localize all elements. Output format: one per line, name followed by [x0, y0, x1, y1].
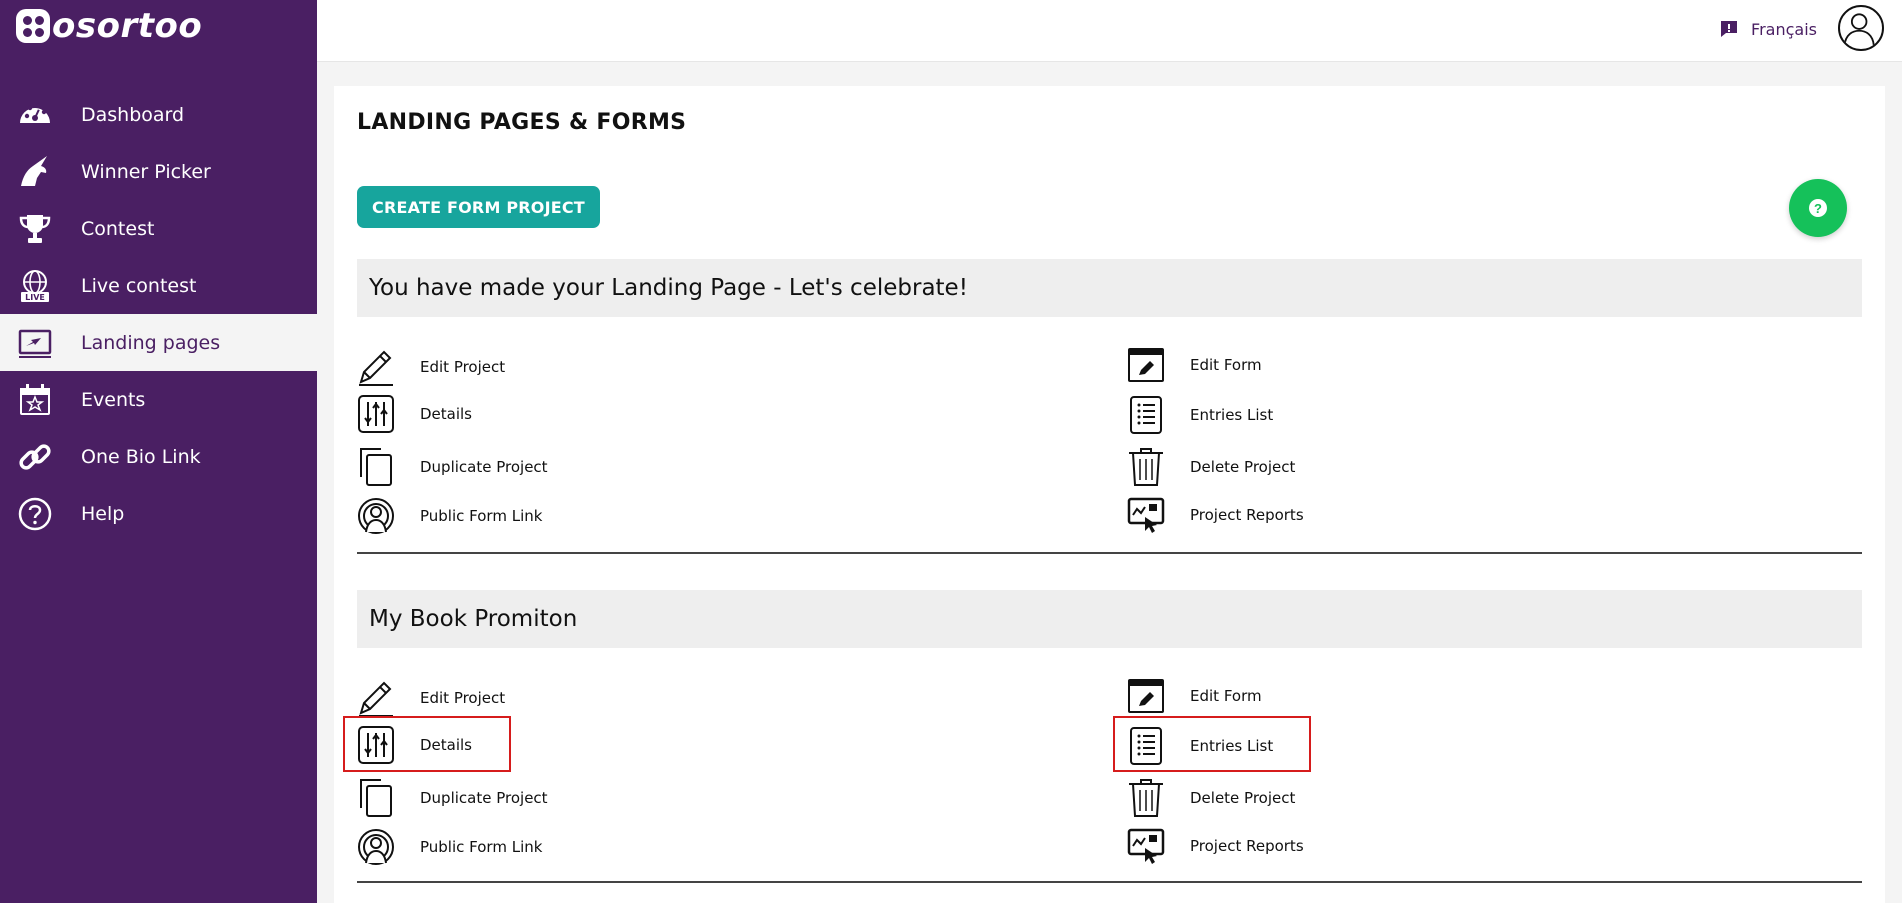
- report-click-icon: [1127, 495, 1165, 535]
- sidebar-item-dashboard[interactable]: Dashboard: [0, 86, 317, 143]
- copy-icon: [357, 447, 395, 487]
- details-action[interactable]: Details: [357, 392, 472, 436]
- calendar-star-icon: [16, 381, 54, 419]
- action-label: Duplicate Project: [420, 789, 548, 807]
- project-title: You have made your Landing Page - Let's …: [357, 259, 1862, 317]
- sidebar-item-help[interactable]: Help: [0, 485, 317, 542]
- edit-project-action[interactable]: Edit Project: [357, 676, 505, 720]
- action-label: Delete Project: [1190, 789, 1296, 807]
- language-switcher[interactable]: Français: [1719, 19, 1817, 39]
- edit-form-icon: [1127, 345, 1165, 385]
- logo-mark-icon: [16, 9, 50, 43]
- sidebar-item-label: Events: [81, 388, 146, 411]
- broadcast-user-icon: [357, 496, 395, 536]
- sidebar-item-label: Contest: [81, 217, 155, 240]
- live-globe-icon: LIVE: [16, 267, 54, 305]
- public-form-link-action[interactable]: Public Form Link: [357, 494, 542, 538]
- brand-name: osortoo: [52, 6, 203, 46]
- sidebar-item-one-bio-link[interactable]: One Bio Link: [0, 428, 317, 485]
- project-card: My Book Promiton Edit Project Details Du…: [343, 590, 1862, 883]
- question-icon: ?: [1809, 199, 1827, 217]
- language-label: Français: [1751, 19, 1817, 39]
- duplicate-project-action[interactable]: Duplicate Project: [357, 445, 548, 489]
- sidebar: osortoo Dashboard Winner Picker Contest …: [0, 0, 317, 903]
- create-form-project-button[interactable]: CREATE FORM PROJECT: [357, 186, 600, 228]
- divider: [357, 552, 1862, 554]
- landing-page-icon: [16, 324, 54, 362]
- trash-icon: [1127, 447, 1165, 487]
- trophy-icon: [16, 210, 54, 248]
- action-label: Details: [420, 405, 473, 423]
- project-reports-action[interactable]: Project Reports: [1127, 824, 1304, 868]
- sliders-icon: [357, 394, 395, 434]
- link-icon: [16, 438, 54, 476]
- osortoo-logo[interactable]: osortoo: [16, 6, 202, 46]
- sidebar-item-live-contest[interactable]: LIVE Live contest: [0, 257, 317, 314]
- user-avatar[interactable]: [1838, 5, 1884, 51]
- dashboard-gauge-icon: [16, 96, 54, 134]
- question-circle-icon: [16, 495, 54, 533]
- public-form-link-action[interactable]: Public Form Link: [357, 825, 542, 869]
- sidebar-item-landing-pages[interactable]: Landing pages: [0, 314, 317, 371]
- sidebar-item-events[interactable]: Events: [0, 371, 317, 428]
- list-icon: [1127, 395, 1165, 435]
- action-label: Edit Form: [1190, 687, 1262, 705]
- help-button[interactable]: ?: [1789, 179, 1847, 237]
- sidebar-item-label: Live contest: [81, 274, 197, 297]
- divider: [357, 881, 1862, 883]
- sidebar-nav: Dashboard Winner Picker Contest LIVE Liv…: [0, 86, 317, 542]
- project-actions: Edit Project Details Duplicate Project P…: [343, 648, 1862, 883]
- project-actions: Edit Project Details Duplicate Project P…: [357, 317, 1862, 554]
- action-label: Details: [420, 736, 473, 754]
- sidebar-item-label: Winner Picker: [81, 160, 211, 183]
- entries-list-action[interactable]: Entries List: [1127, 724, 1273, 768]
- sidebar-item-label: Help: [81, 502, 125, 525]
- speech-bubble-flag-icon: [1719, 19, 1739, 39]
- edit-form-action[interactable]: Edit Form: [1127, 674, 1262, 718]
- copy-icon: [357, 778, 395, 818]
- project-reports-action[interactable]: Project Reports: [1127, 493, 1304, 537]
- duplicate-project-action[interactable]: Duplicate Project: [357, 776, 548, 820]
- details-action[interactable]: Details: [357, 723, 472, 767]
- unicorn-icon: [16, 153, 54, 191]
- delete-project-action[interactable]: Delete Project: [1127, 776, 1295, 820]
- edit-project-action[interactable]: Edit Project: [357, 345, 505, 389]
- project-card: You have made your Landing Page - Let's …: [357, 259, 1862, 554]
- main-panel: LANDING PAGES & FORMS CREATE FORM PROJEC…: [334, 86, 1885, 903]
- action-label: Edit Form: [1190, 356, 1262, 374]
- sidebar-item-label: Landing pages: [81, 331, 221, 354]
- delete-project-action[interactable]: Delete Project: [1127, 445, 1295, 489]
- project-title: My Book Promiton: [357, 590, 1862, 648]
- action-label: Entries List: [1190, 406, 1274, 424]
- action-label: Public Form Link: [420, 838, 543, 856]
- top-header: Français: [317, 0, 1902, 62]
- sidebar-item-label: Dashboard: [81, 103, 185, 126]
- edit-form-action[interactable]: Edit Form: [1127, 343, 1262, 387]
- svg-text:LIVE: LIVE: [25, 293, 45, 302]
- action-label: Edit Project: [420, 689, 506, 707]
- action-label: Delete Project: [1190, 458, 1296, 476]
- sliders-icon: [357, 725, 395, 765]
- sidebar-item-winner-picker[interactable]: Winner Picker: [0, 143, 317, 200]
- page-title: LANDING PAGES & FORMS: [357, 110, 687, 135]
- action-label: Project Reports: [1190, 506, 1304, 524]
- pencil-icon: [357, 347, 395, 387]
- edit-form-icon: [1127, 676, 1165, 716]
- sidebar-item-label: One Bio Link: [81, 445, 201, 468]
- entries-list-action[interactable]: Entries List: [1127, 393, 1273, 437]
- report-click-icon: [1127, 826, 1165, 866]
- action-label: Edit Project: [420, 358, 506, 376]
- sidebar-item-contest[interactable]: Contest: [0, 200, 317, 257]
- list-icon: [1127, 726, 1165, 766]
- pencil-icon: [357, 678, 395, 718]
- trash-icon: [1127, 778, 1165, 818]
- action-label: Entries List: [1190, 737, 1274, 755]
- action-label: Project Reports: [1190, 837, 1304, 855]
- broadcast-user-icon: [357, 827, 395, 867]
- action-label: Public Form Link: [420, 507, 543, 525]
- user-silhouette-icon: [1843, 13, 1875, 46]
- action-label: Duplicate Project: [420, 458, 548, 476]
